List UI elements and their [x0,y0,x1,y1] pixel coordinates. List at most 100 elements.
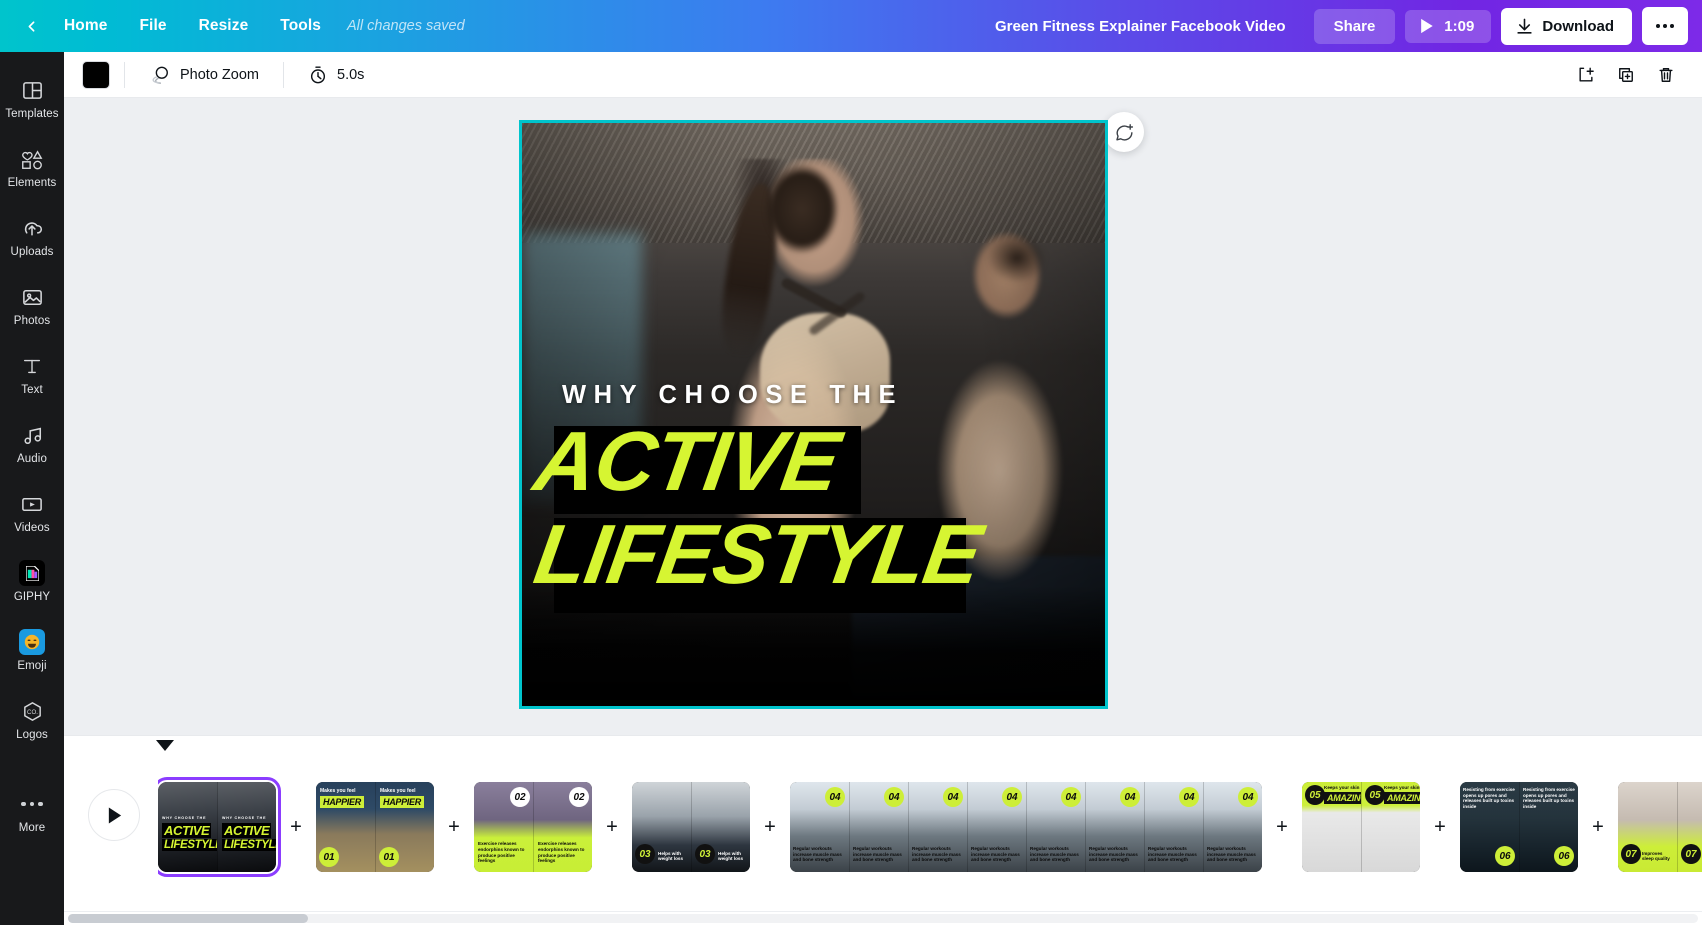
sidebar-item-videos[interactable]: Videos [0,478,64,547]
clip-word-amazing: AMAZING [1324,792,1361,804]
sidebar-item-more[interactable]: More [0,778,64,847]
clip-caption: Regular workouts increase muscle mass an… [971,846,1023,863]
clip-number-badge: 04 [1238,787,1258,807]
timeline-clip-1[interactable]: WHY CHOOSE THE ACTIVE LIFESTYLE WHY CHOO… [158,782,276,872]
toolbar-divider [124,62,125,88]
sidebar-item-giphy[interactable]: GIPHY [0,547,64,616]
clip-caption: Regular workouts increase muscle mass an… [1148,846,1200,863]
share-button[interactable]: Share [1314,9,1396,44]
duration-button[interactable]: 5.0s [298,59,374,91]
add-page-icon[interactable] [1568,58,1604,92]
timeline-clip-strip[interactable]: WHY CHOOSE THE ACTIVE LIFESTYLE WHY CHOO… [158,754,1702,900]
clip-frame: 07 Improves sleep quality [1618,782,1677,872]
clip-caption: Makes you feel [380,788,416,794]
document-title[interactable]: Green Fitness Explainer Facebook Video [983,11,1298,42]
color-swatch-button[interactable] [82,61,110,89]
add-clip-button-7[interactable]: + [1578,782,1618,872]
sidebar-label-elements: Elements [8,177,57,189]
clip-caption: Helps with weight loss [658,851,688,862]
clip-number-badge: 07 [1681,844,1701,864]
play-icon [106,806,123,825]
sidebar-item-photos[interactable]: Photos [0,271,64,340]
save-status: All changes saved [347,18,465,34]
clip-caption: Regular workouts increase muscle mass an… [1089,846,1141,863]
timeline-scrollbar[interactable] [64,911,1702,925]
animation-label: Photo Zoom [180,67,259,83]
clip-caption: Resisting from exercise opens up pores a… [1463,787,1515,810]
top-bar-right: Green Fitness Explainer Facebook Video S… [983,7,1702,45]
timeline-clip-5[interactable]: 04 Regular workouts increase muscle mass… [790,782,1262,872]
clip-caption: Regular workouts increase muscle mass an… [793,846,845,863]
clip-number-badge: 05 [1365,785,1385,805]
clip-caption: Regular workouts increase muscle mass an… [853,846,905,863]
photos-icon [21,284,44,310]
sidebar-item-uploads[interactable]: Uploads [0,202,64,271]
clip-number-badge: 04 [1120,787,1140,807]
clip-number-badge: 04 [943,787,963,807]
preview-play-button[interactable]: 1:09 [1405,10,1491,43]
timeline-clip-3[interactable]: 02 Exercise releases endorphins known to… [474,782,592,872]
headline-word-lifestyle[interactable]: LIFESTYLE [529,512,986,596]
plus-icon: + [441,814,467,840]
clip-number-badge: 03 [635,844,655,864]
add-clip-button-6[interactable]: + [1420,782,1460,872]
canvas-area[interactable]: WHY CHOOSE THE ACTIVE LIFESTYLE [64,98,1702,735]
top-bar-left: Home File Resize Tools All changes saved [0,9,465,43]
clip-caption: Exercise releases endorphins known to pr… [538,841,588,864]
timeline-clip-4[interactable]: 03 Helps with weight loss 03 Helps with … [632,782,750,872]
svg-text:CO.: CO. [27,708,38,715]
clip-frame: 04 Regular workouts increase muscle mass… [849,782,908,872]
clip-word-active: ACTIVE [162,823,211,838]
toolbar-divider [283,62,284,88]
headline-small[interactable]: WHY CHOOSE THE [562,381,903,410]
download-button[interactable]: Download [1501,8,1632,45]
design-artboard[interactable]: WHY CHOOSE THE ACTIVE LIFESTYLE [519,120,1108,709]
timeline-play-button[interactable] [88,789,140,841]
add-clip-button-4[interactable]: + [750,782,790,872]
menu-item-tools[interactable]: Tools [264,10,337,42]
scrollbar-track[interactable] [68,914,1698,923]
sidebar-label-emoji: Emoji [17,660,46,672]
clip-frame: 02 Exercise releases endorphins known to… [474,782,533,872]
clip-frame: 07 Improves sleep quality [1677,782,1702,872]
scrollbar-thumb[interactable] [68,914,308,923]
more-options-button[interactable] [1642,7,1688,45]
menu-item-home[interactable]: Home [48,10,123,42]
plus-icon: + [1585,814,1611,840]
videos-icon [20,491,44,517]
ellipsis-icon [1670,24,1674,28]
add-clip-button-1[interactable]: + [276,782,316,872]
playhead-marker[interactable] [156,740,174,751]
sidebar-item-elements[interactable]: Elements [0,133,64,202]
sidebar-item-templates[interactable]: Templates [0,64,64,133]
clip-frame: Makes you feel HAPPIER 01 [375,782,434,872]
plus-icon: + [283,814,309,840]
clip-number-badge: 01 [379,847,399,867]
timeline-clip-8[interactable]: 07 Improves sleep quality 07 Improves sl… [1618,782,1702,872]
add-clip-button-3[interactable]: + [592,782,632,872]
clip-word-lifestyle: LIFESTYLE [162,839,217,851]
sidebar-item-emoji[interactable]: Emoji [0,616,64,685]
timeline-clip-2[interactable]: Makes you feel HAPPIER 01 Makes you feel… [316,782,434,872]
context-toolbar-right [1568,58,1684,92]
add-clip-button-5[interactable]: + [1262,782,1302,872]
clip-frame: 02 Exercise releases endorphins known to… [533,782,592,872]
sidebar-label-videos: Videos [14,522,50,534]
sidebar-item-audio[interactable]: Audio [0,409,64,478]
timeline-clip-6[interactable]: 05 Keeps your skin AMAZING 05 Keeps your… [1302,782,1420,872]
delete-page-icon[interactable] [1648,58,1684,92]
duplicate-page-icon[interactable] [1608,58,1644,92]
menu-item-resize[interactable]: Resize [183,10,265,42]
chevron-left-icon[interactable] [14,9,48,43]
clip-caption: Keeps your skin [1384,785,1420,791]
add-clip-button-2[interactable]: + [434,782,474,872]
animation-button[interactable]: Photo Zoom [139,59,269,91]
add-comment-icon[interactable] [1104,112,1144,152]
menu-item-file[interactable]: File [123,10,182,42]
clip-frame: Resisting from exercise opens up pores a… [1460,782,1519,872]
sidebar-item-text[interactable]: Text [0,340,64,409]
preview-duration: 1:09 [1444,18,1474,35]
headline-word-active[interactable]: ACTIVE [529,419,844,503]
sidebar-item-logos[interactable]: CO. Logos [0,685,64,754]
timeline-clip-7[interactable]: Resisting from exercise opens up pores a… [1460,782,1578,872]
